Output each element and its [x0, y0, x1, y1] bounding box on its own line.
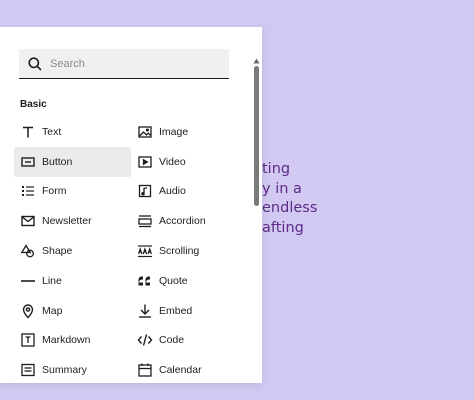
background-text-line: endless	[262, 200, 318, 217]
block-item-label: Shape	[42, 245, 73, 258]
block-item-map[interactable]: Map	[14, 296, 131, 326]
block-item-form[interactable]: Form	[14, 177, 131, 207]
block-item-label: Newsletter	[42, 215, 92, 228]
block-item-video[interactable]: Video	[131, 147, 248, 177]
section-title-basic: Basic	[20, 99, 47, 110]
background-text-line: afting	[262, 220, 304, 237]
map-pin-icon	[20, 303, 36, 319]
block-item-label: Quote	[159, 274, 188, 287]
audio-icon	[137, 183, 153, 199]
block-item-shape[interactable]: Shape	[14, 236, 131, 266]
background-text-line: y in a	[262, 180, 302, 197]
block-item-scrolling[interactable]: Scrolling	[131, 236, 248, 266]
form-icon	[20, 183, 36, 199]
block-item-embed[interactable]: Embed	[131, 296, 248, 326]
block-item-label: Embed	[159, 304, 193, 317]
markdown-icon	[20, 332, 36, 348]
block-item-audio[interactable]: Audio	[131, 177, 248, 207]
shape-icon	[20, 243, 36, 259]
block-item-newsletter[interactable]: Newsletter	[14, 206, 131, 236]
block-item-text[interactable]: Text	[14, 117, 131, 147]
line-icon	[20, 273, 36, 289]
scroll-up-arrow-icon[interactable]	[253, 58, 260, 66]
embed-icon	[137, 303, 153, 319]
block-item-label: Calendar	[159, 364, 202, 377]
block-item-label: Accordion	[159, 215, 206, 228]
block-item-accordion[interactable]: Accordion	[131, 206, 248, 236]
block-item-label: Text	[42, 125, 62, 138]
block-item-quote[interactable]: Quote	[131, 266, 248, 296]
block-list: Text Image Button Video Form Audio Newsl…	[14, 117, 248, 383]
block-item-button[interactable]: Button	[14, 146, 131, 177]
block-item-label: Code	[159, 334, 185, 347]
block-inserter-panel: Basic Text Image Button Video	[0, 27, 262, 383]
block-item-label: Image	[159, 125, 189, 138]
block-item-summary[interactable]: Summary	[14, 355, 131, 383]
block-item-image[interactable]: Image	[131, 117, 248, 147]
block-item-label: Markdown	[42, 334, 91, 347]
block-item-label: Line	[42, 274, 62, 287]
search-icon	[27, 56, 43, 72]
image-icon	[137, 124, 153, 140]
vertical-scrollbar[interactable]	[251, 58, 262, 383]
envelope-icon	[20, 213, 36, 229]
background-text-line: ting	[262, 161, 291, 177]
code-icon	[137, 332, 153, 348]
scrolling-icon	[137, 243, 153, 259]
calendar-icon	[137, 362, 153, 378]
block-item-label: Video	[159, 155, 186, 168]
block-item-label: Button	[42, 155, 73, 168]
block-item-label: Form	[42, 185, 67, 198]
summary-icon	[20, 362, 36, 378]
search-input[interactable]	[50, 57, 220, 70]
vertical-scrollbar-thumb[interactable]	[254, 66, 259, 206]
block-item-label: Map	[42, 304, 63, 317]
block-item-markdown[interactable]: Markdown	[14, 326, 131, 356]
search-box[interactable]	[19, 49, 229, 79]
block-item-calendar[interactable]: Calendar	[131, 355, 248, 383]
video-icon	[137, 154, 153, 170]
block-item-code[interactable]: Code	[131, 326, 248, 356]
accordion-icon	[137, 213, 153, 229]
quote-icon	[137, 273, 153, 289]
block-item-label: Summary	[42, 364, 87, 377]
text-icon	[20, 124, 36, 140]
block-item-label: Scrolling	[159, 245, 200, 258]
block-item-label: Audio	[159, 185, 186, 198]
block-item-line[interactable]: Line	[14, 266, 131, 296]
button-icon	[20, 154, 36, 170]
background-text: ting y in a endless afting	[262, 160, 317, 239]
